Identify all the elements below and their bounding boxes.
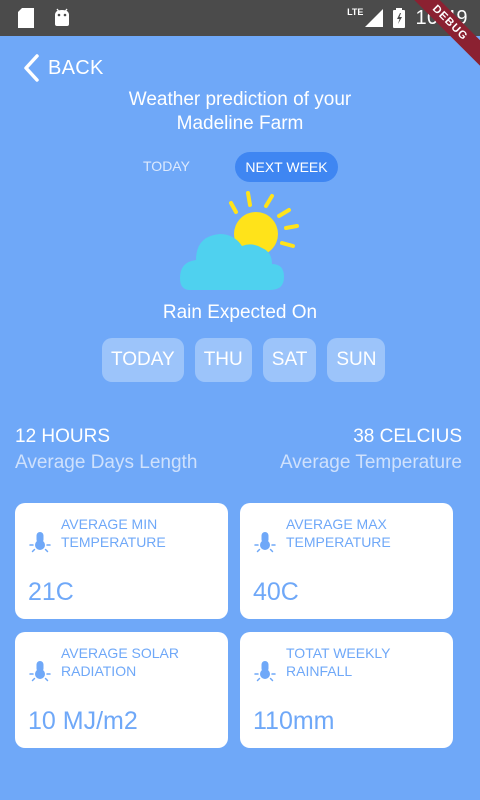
- day-length-stat: 12 HOURS Average Days Length: [15, 426, 197, 474]
- card-value: 10 MJ/m2: [28, 707, 138, 735]
- tab-next-week[interactable]: NEXT WEEK: [235, 152, 338, 182]
- day-chip-sun[interactable]: SUN: [327, 338, 386, 382]
- day-length-value: 12 HOURS: [15, 426, 111, 447]
- back-label: BACK: [48, 56, 104, 79]
- day-chip-sat[interactable]: SAT: [262, 338, 317, 382]
- card-label-line-1: AVERAGE MIN: [61, 516, 158, 532]
- temperature-value: 38 CELCIUS: [353, 426, 462, 447]
- rain-days-list: TODAY THU SAT SUN: [102, 338, 386, 382]
- thermometer-sun-icon: [254, 661, 276, 682]
- page-title: Weather prediction of your Madeline Farm: [0, 88, 480, 136]
- card-label-line-1: AVERAGE MAX: [286, 516, 387, 532]
- tab-today[interactable]: TODAY: [143, 158, 190, 174]
- card-label-line-2: RAINFALL: [286, 663, 353, 679]
- rain-expected-title: Rain Expected On: [162, 302, 318, 323]
- sd-card-icon: [18, 8, 34, 28]
- signal-icon: [365, 9, 384, 27]
- title-line-2: Madeline Farm: [176, 113, 304, 134]
- card-label-line-2: RADIATION: [61, 663, 137, 679]
- card-value: 40C: [253, 578, 299, 606]
- temperature-stat: 38 CELCIUS Average Temperature: [280, 426, 462, 474]
- card-label: AVERAGE MIN TEMPERATURE: [61, 515, 221, 551]
- back-button[interactable]: BACK: [22, 54, 104, 82]
- card-label-line-1: AVERAGE SOLAR: [61, 645, 180, 661]
- card-max-temperature: AVERAGE MAX TEMPERATURE 40C: [240, 503, 453, 619]
- card-value: 110mm: [253, 707, 335, 735]
- card-min-temperature: AVERAGE MIN TEMPERATURE 21C: [15, 503, 228, 619]
- battery-icon: [393, 8, 406, 28]
- chevron-left-icon: [24, 54, 39, 82]
- android-icon: [55, 8, 69, 26]
- status-bar: LTE 10:49: [0, 0, 480, 36]
- card-label-line-2: TEMPERATURE: [61, 534, 166, 550]
- card-label: AVERAGE SOLAR RADIATION: [61, 644, 221, 680]
- card-label: TOTAT WEEKLY RAINFALL: [286, 644, 446, 680]
- card-weekly-rainfall: TOTAT WEEKLY RAINFALL 110mm: [240, 632, 453, 748]
- thermometer-sun-icon: [29, 532, 51, 553]
- card-label: AVERAGE MAX TEMPERATURE: [286, 515, 446, 551]
- thermometer-sun-icon: [254, 532, 276, 553]
- sun-behind-cloud-icon: [180, 191, 299, 290]
- temperature-label: Average Temperature: [279, 452, 462, 473]
- card-solar-radiation: AVERAGE SOLAR RADIATION 10 MJ/m2: [15, 632, 228, 748]
- card-label-line-2: TEMPERATURE: [286, 534, 391, 550]
- thermometer-sun-icon: [29, 661, 51, 682]
- card-label-line-1: TOTAT WEEKLY: [286, 645, 391, 661]
- day-chip-today[interactable]: TODAY: [102, 338, 184, 382]
- day-length-label: Average Days Length: [15, 452, 198, 473]
- day-chip-thu[interactable]: THU: [194, 338, 252, 382]
- card-value: 21C: [28, 578, 74, 606]
- network-type: LTE: [347, 7, 364, 17]
- title-line-1: Weather prediction of your: [128, 89, 352, 110]
